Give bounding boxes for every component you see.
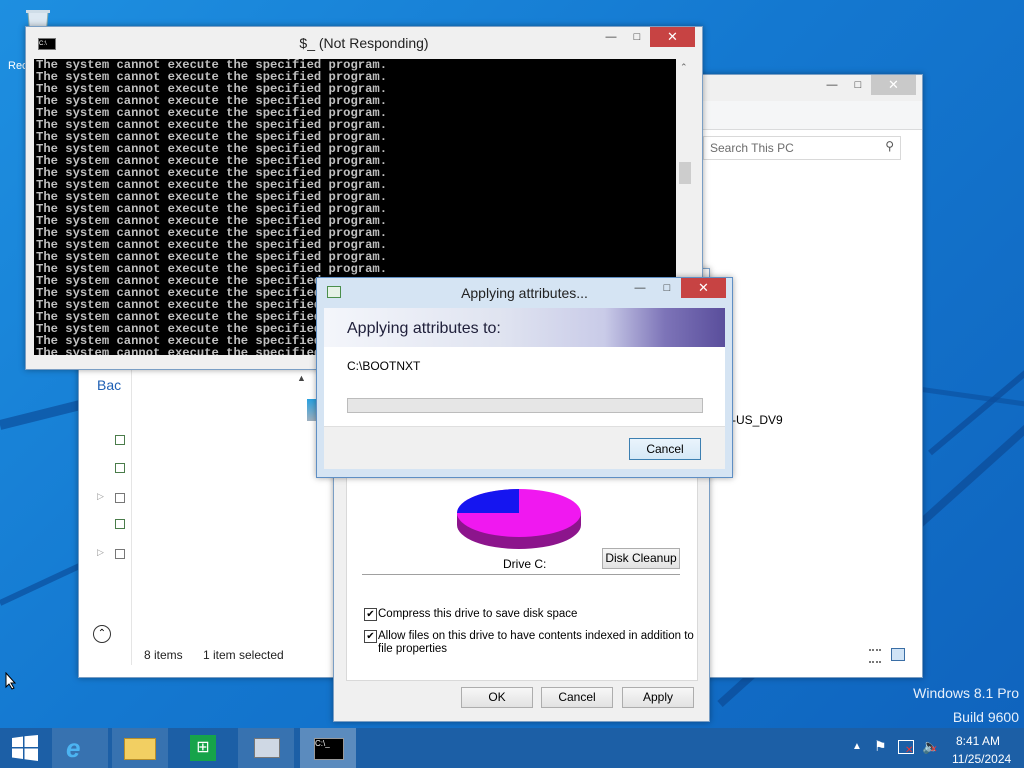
search-icon[interactable]: ⚲ (885, 139, 894, 153)
monitor-icon (254, 738, 280, 758)
taskbar-console[interactable]: C:\_ (300, 728, 356, 768)
disk-usage-pie (457, 489, 581, 549)
taskbar-task-app[interactable] (238, 728, 294, 768)
internet-explorer-icon: e (66, 733, 81, 763)
mouse-cursor-icon (5, 671, 17, 693)
pie-slice-used (457, 489, 519, 513)
explorer-minimize-button[interactable]: — (819, 75, 845, 95)
homegroup-icon[interactable]: ⌃ (93, 625, 111, 643)
ok-button[interactable]: OK (461, 687, 533, 708)
console-close-button[interactable]: ✕ (650, 27, 695, 47)
index-label-line2[interactable]: file properties (378, 643, 447, 655)
os-watermark-build: Build 9600 (952, 709, 1019, 725)
details-view-icon[interactable] (869, 649, 881, 663)
status-selected: 1 item selected (203, 648, 284, 662)
index-label-line1[interactable]: Allow files on this drive to have conten… (378, 630, 694, 642)
nav-pane: Bac ▷ ▷ ⌃ (87, 365, 132, 665)
disk-cleanup-button[interactable]: Disk Cleanup (602, 548, 680, 569)
cancel-button[interactable]: Cancel (541, 687, 613, 708)
compress-checkbox[interactable]: ✔ (364, 608, 377, 621)
dialog-path: C:\BOOTNXT (347, 359, 421, 373)
large-icons-view-icon[interactable] (891, 648, 905, 661)
applying-attributes-dialog: Applying attributes... — □ ✕ Applying at… (316, 277, 733, 478)
store-icon: ⊞ (190, 735, 216, 761)
clock-date[interactable]: 11/25/2024 (952, 752, 1011, 766)
dialog-cancel-button[interactable]: Cancel (629, 438, 701, 460)
nav-item-icon[interactable] (115, 493, 125, 503)
compress-label[interactable]: Compress this drive to save disk space (378, 608, 577, 620)
volume-muted-icon[interactable]: 🔈 ✕ (922, 738, 939, 755)
console-taskbar-icon: C:\_ (314, 738, 344, 760)
folder-icon (124, 738, 156, 760)
taskbar-internet-explorer[interactable]: e (52, 728, 108, 768)
clock-time[interactable]: 8:41 AM (956, 734, 1000, 748)
drive-label-partial: -US_DV9 (732, 413, 783, 427)
network-icon[interactable]: ✕ (898, 740, 914, 756)
show-hidden-icons-icon[interactable]: ▲ (852, 741, 862, 752)
taskbar-store[interactable]: ⊞ (176, 728, 232, 768)
scroll-up-icon[interactable]: ⌃ (680, 62, 688, 73)
apply-button[interactable]: Apply (622, 687, 694, 708)
separator (362, 574, 680, 575)
dialog-maximize-button[interactable]: □ (654, 278, 680, 298)
dialog-body: Applying attributes to: C:\BOOTNXT Cance… (324, 308, 725, 469)
nav-expand-icon[interactable]: ▷ (97, 547, 104, 558)
os-watermark-edition: Windows 8.1 Pro (913, 685, 1019, 701)
taskbar-file-explorer[interactable] (112, 728, 168, 768)
action-center-flag-icon[interactable]: ⚑ (874, 738, 887, 755)
dialog-minimize-button[interactable]: — (627, 278, 653, 298)
nav-item-icon[interactable] (115, 435, 125, 445)
collapse-arrow-icon[interactable]: ▲ (297, 373, 306, 383)
windows-logo-icon (12, 735, 38, 761)
start-button[interactable] (0, 728, 50, 768)
nav-item-icon[interactable] (115, 463, 125, 473)
search-input[interactable]: Search This PC (710, 141, 794, 155)
index-checkbox[interactable]: ✔ (364, 630, 377, 643)
network-error-icon: ✕ (905, 745, 914, 756)
dialog-heading: Applying attributes to: (347, 320, 501, 337)
console-maximize-button[interactable]: □ (624, 27, 650, 47)
dialog-close-button[interactable]: ✕ (681, 278, 726, 298)
progress-bar (347, 398, 703, 413)
back-label[interactable]: Bac (97, 377, 121, 393)
scroll-thumb[interactable] (679, 162, 691, 184)
search-box[interactable]: Search This PC ⚲ (703, 136, 901, 160)
nav-item-icon[interactable] (115, 519, 125, 529)
explorer-maximize-button[interactable]: □ (845, 75, 871, 95)
nav-expand-icon[interactable]: ▷ (97, 491, 104, 502)
explorer-close-button[interactable]: ✕ (871, 75, 916, 95)
nav-item-icon[interactable] (115, 549, 125, 559)
drive-caption: Drive C: (503, 557, 547, 571)
status-item-count: 8 items (144, 648, 183, 662)
console-minimize-button[interactable]: — (598, 27, 624, 47)
